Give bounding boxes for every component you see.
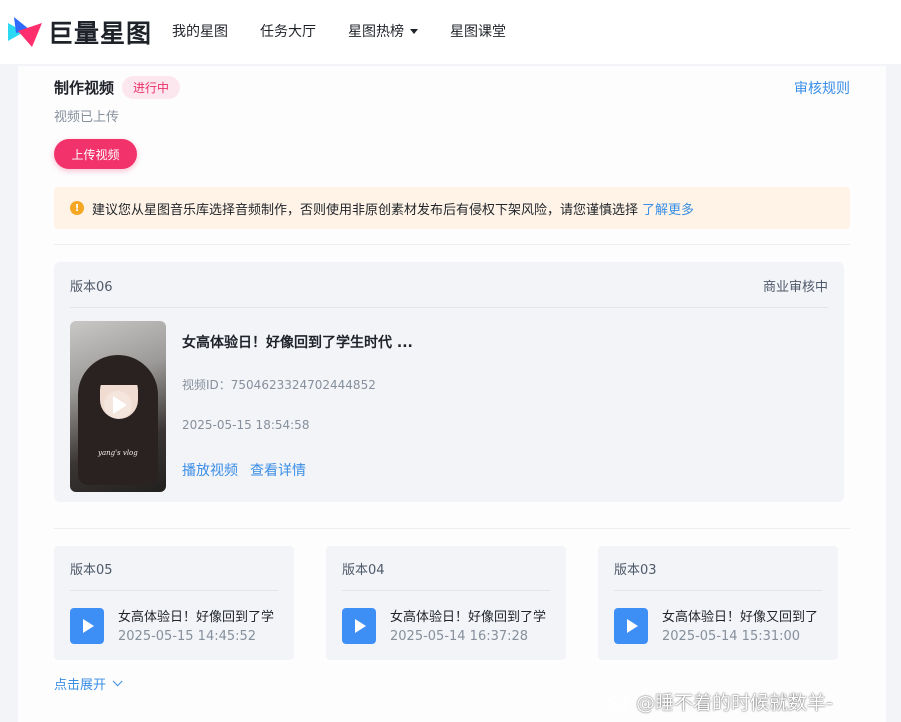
video-actions: 播放视频 查看详情 [182, 460, 318, 480]
version-label: 版本04 [342, 563, 385, 578]
version-card[interactable]: 版本04 女高体验日！好像回到了学 2025-05-14 16:37:28 [326, 546, 566, 660]
expand-toggle[interactable]: 点击展开 [54, 674, 123, 693]
nav-classroom[interactable]: 星图课堂 [450, 20, 506, 42]
brand-name: 巨量星图 [48, 19, 153, 48]
video-play-icon[interactable] [614, 608, 648, 644]
play-video-link[interactable]: 播放视频 [182, 460, 238, 480]
video-title: 女高体验日！好像回到了学 [118, 610, 275, 625]
video-play-icon[interactable] [342, 608, 376, 644]
divider [614, 590, 822, 591]
video-thumbnail[interactable]: yang's vlog [70, 321, 166, 492]
weibo-watermark: @睡不着的时候就数羊- [606, 688, 833, 715]
chevron-down-icon [112, 676, 123, 687]
nav-my-xingtu[interactable]: 我的星图 [172, 20, 228, 42]
status-badge: 进行中 [122, 76, 181, 99]
learn-more-link[interactable]: 了解更多 [642, 199, 694, 218]
thumbnail-caption: yang's vlog [98, 449, 138, 457]
brand-logo-icon [8, 17, 42, 47]
warning-icon: ! [70, 201, 84, 215]
video-id: 视频ID：7504623324702444852 [182, 378, 376, 392]
view-details-link[interactable]: 查看详情 [250, 460, 306, 480]
version-card[interactable]: 版本05 女高体验日！好像回到了学 2025-05-15 14:45:52 [54, 546, 294, 660]
current-version-panel: 版本06 商业审核中 yang's vlog 女高体验日！好像回到了学生时代 .… [54, 262, 844, 502]
divider [70, 307, 828, 308]
copyright-notice: ! 建议您从星图音乐库选择音频制作，否则使用非原创素材发布后有侵权下架风险，请您… [54, 187, 850, 229]
video-date: 2025-05-15 18:54:58 [182, 418, 310, 432]
task-card: 制作视频 进行中 审核规则 视频已上传 上传视频 ! 建议您从星图音乐库选择音频… [18, 66, 886, 722]
expand-label: 点击展开 [54, 678, 107, 693]
thumbnail-bangs [96, 365, 142, 385]
main-nav: 我的星图 任务大厅 星图热榜 星图课堂 [172, 20, 538, 42]
nav-hot-list[interactable]: 星图热榜 [348, 20, 418, 42]
task-subtitle: 视频已上传 [54, 110, 120, 125]
task-title: 制作视频 [54, 79, 115, 97]
weibo-icon [606, 693, 631, 712]
video-date: 2025-05-14 16:37:28 [390, 629, 529, 644]
brand-logo[interactable]: 巨量星图 [8, 14, 152, 50]
video-date: 2025-05-14 15:31:00 [662, 629, 801, 644]
divider [342, 590, 550, 591]
video-title: 女高体验日！好像回到了学 [390, 610, 547, 625]
upload-video-button[interactable]: 上传视频 [54, 139, 137, 169]
version-label: 版本06 [70, 280, 113, 295]
caret-down-icon [410, 28, 418, 34]
watermark-text: @睡不着的时候就数羊- [636, 692, 833, 714]
version-label: 版本03 [614, 563, 657, 578]
nav-hot-list-label: 星图热榜 [348, 24, 404, 40]
top-navbar: 巨量星图 我的星图 任务大厅 星图热榜 星图课堂 [0, 0, 901, 64]
divider [54, 244, 850, 245]
review-rules-link[interactable]: 审核规则 [794, 78, 850, 98]
version-label: 版本05 [70, 563, 113, 578]
divider [54, 528, 850, 529]
task-header: 制作视频 进行中 [54, 76, 181, 99]
play-icon[interactable] [104, 391, 132, 419]
video-title: 女高体验日！好像回到了学生时代 ... [182, 335, 413, 351]
video-date: 2025-05-15 14:45:52 [118, 629, 257, 644]
video-title: 女高体验日！好像又回到了 [662, 610, 819, 625]
review-status: 商业审核中 [762, 280, 828, 295]
video-play-icon[interactable] [70, 608, 104, 644]
version-card[interactable]: 版本03 女高体验日！好像又回到了 2025-05-14 15:31:00 [598, 546, 838, 660]
divider [70, 590, 278, 591]
nav-task-hall[interactable]: 任务大厅 [260, 20, 316, 42]
notice-text: 建议您从星图音乐库选择音频制作，否则使用非原创素材发布后有侵权下架风险，请您谨慎… [92, 202, 639, 218]
